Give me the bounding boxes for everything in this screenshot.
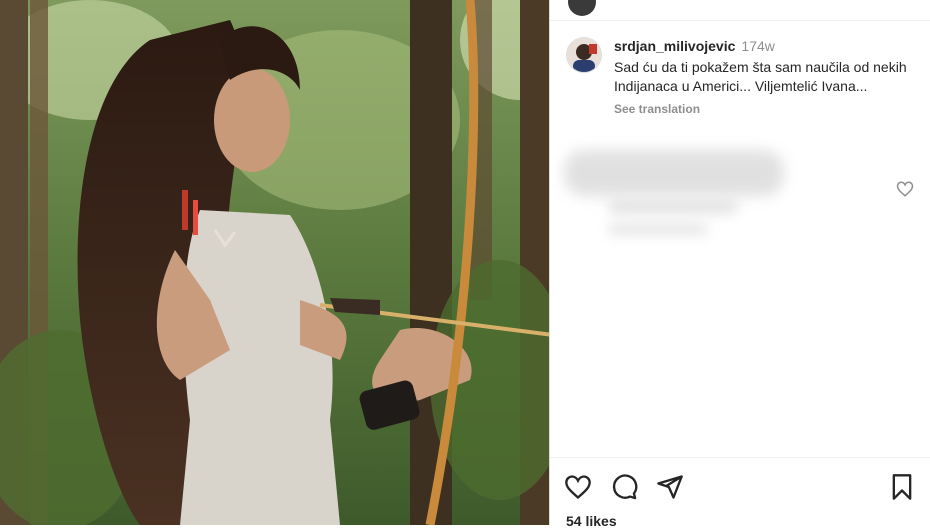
- post-side-panel: srdjan_milivojevic 174w Sad ću da ti poka…: [549, 0, 930, 529]
- comment-like-heart-icon[interactable]: [896, 180, 914, 198]
- comment-icon[interactable]: [610, 473, 638, 501]
- bookmark-icon[interactable]: [888, 473, 916, 501]
- forest-archer-image: [0, 0, 549, 525]
- post-viewer: srdjan_milivojevic 174w Sad ću da ti poka…: [0, 0, 930, 529]
- avatar-image: [567, 38, 601, 72]
- post-photo[interactable]: [0, 0, 549, 525]
- blurred-comment-line: [608, 198, 738, 214]
- see-translation-link[interactable]: See translation: [614, 100, 700, 119]
- heart-icon[interactable]: [564, 473, 592, 501]
- share-icon[interactable]: [656, 473, 684, 501]
- avatar[interactable]: [566, 37, 602, 73]
- action-bar: 54 likes: [550, 457, 930, 529]
- username-link[interactable]: srdjan_milivojevic: [614, 38, 735, 54]
- blurred-comment: [564, 150, 884, 245]
- blurred-comment-line: [564, 150, 784, 196]
- header-strip: [550, 0, 930, 21]
- caption-body: srdjan_milivojevic 174w Sad ću da ti poka…: [614, 37, 914, 119]
- likes-count[interactable]: 54 likes: [566, 513, 617, 529]
- caption-block: srdjan_milivojevic 174w Sad ću da ti poka…: [550, 21, 930, 119]
- blurred-comment-line: [608, 222, 708, 236]
- post-time[interactable]: 174w: [741, 38, 774, 54]
- header-avatar[interactable]: [568, 0, 596, 16]
- caption-text: Sad ću da ti pokažem šta sam naučila od …: [614, 59, 907, 94]
